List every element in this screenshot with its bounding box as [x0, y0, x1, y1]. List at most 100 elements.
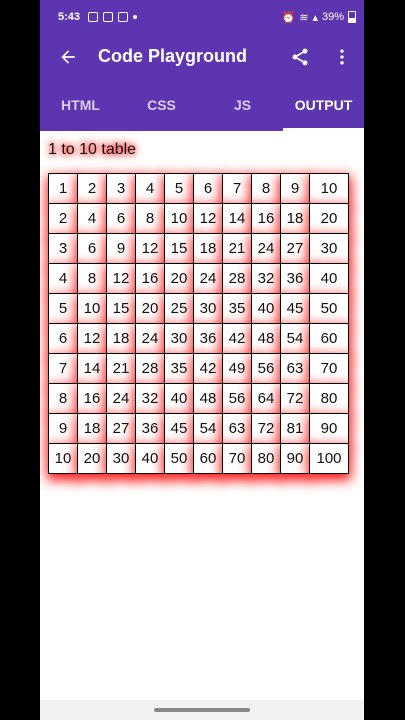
table-cell: 63: [222, 413, 252, 444]
table-cell: 30: [193, 293, 223, 324]
table-cell: 9: [106, 233, 136, 264]
table-cell: 20: [135, 293, 165, 324]
table-cell: 30: [309, 233, 349, 264]
table-cell: 60: [193, 443, 223, 474]
table-cell: 63: [280, 353, 310, 384]
table-cell: 12: [77, 323, 107, 354]
table-cell: 36: [280, 263, 310, 294]
table-cell: 21: [106, 353, 136, 384]
table-cell: 45: [164, 413, 194, 444]
more-vert-icon: [340, 49, 344, 64]
table-cell: 40: [251, 293, 281, 324]
table-row: 8 16 24 32 40 48 56 64 72 80: [48, 383, 349, 414]
table-cell: 90: [280, 443, 310, 474]
table-cell: 18: [193, 233, 223, 264]
tab-bar: HTML CSS JS OUTPUT: [40, 79, 364, 131]
table-cell: 6: [77, 233, 107, 264]
table-cell: 12: [106, 263, 136, 294]
output-panel: 1 to 10 table 1 2 3 4 5 6 7 8 9 10 2 4 6 8 10 12 14 16 18 2…: [40, 131, 364, 474]
table-cell: 15: [106, 293, 136, 324]
table-row: 7 14 21 28 35 42 49 56 63 70: [48, 353, 349, 384]
system-nav-bar: [40, 700, 364, 720]
table-cell: 16: [251, 203, 281, 234]
table-cell: 20: [164, 263, 194, 294]
table-cell: 36: [193, 323, 223, 354]
table-row: 9 18 27 36 45 54 63 72 81 90: [48, 413, 349, 444]
overflow-menu-button[interactable]: [330, 45, 354, 69]
tab-css[interactable]: CSS: [121, 79, 202, 131]
table-cell: 8: [135, 203, 165, 234]
table-cell: 18: [280, 203, 310, 234]
table-cell: 81: [280, 413, 310, 444]
table-cell: 40: [309, 263, 349, 294]
table-cell: 27: [106, 413, 136, 444]
tab-output[interactable]: OUTPUT: [283, 79, 364, 131]
table-cell: 32: [251, 263, 281, 294]
back-button[interactable]: [56, 45, 80, 69]
table-cell: 12: [193, 203, 223, 234]
share-icon: [292, 48, 308, 65]
table-cell: 10: [309, 173, 349, 204]
table-cell: 42: [222, 323, 252, 354]
table-cell: 8: [251, 173, 281, 204]
table-cell: 54: [280, 323, 310, 354]
table-cell: 70: [222, 443, 252, 474]
table-cell: 6: [48, 323, 78, 354]
table-cell: 80: [309, 383, 349, 414]
table-cell: 54: [193, 413, 223, 444]
table-row: 4 8 12 16 20 24 28 32 36 40: [48, 263, 349, 294]
table-cell: 27: [280, 233, 310, 264]
table-cell: 5: [48, 293, 78, 324]
table-cell: 56: [222, 383, 252, 414]
table-cell: 48: [251, 323, 281, 354]
table-cell: 16: [135, 263, 165, 294]
table-cell: 10: [77, 293, 107, 324]
tab-js[interactable]: JS: [202, 79, 283, 131]
table-cell: 3: [48, 233, 78, 264]
notification-icons: [88, 12, 138, 22]
table-row: 5 10 15 20 25 30 35 40 45 50: [48, 293, 349, 324]
table-cell: 72: [251, 413, 281, 444]
table-cell: 7: [48, 353, 78, 384]
table-cell: 2: [77, 173, 107, 204]
table-cell: 14: [77, 353, 107, 384]
table-cell: 36: [135, 413, 165, 444]
tab-html[interactable]: HTML: [40, 79, 121, 131]
table-cell: 24: [106, 383, 136, 414]
table-cell: 18: [106, 323, 136, 354]
battery-percent: 39%: [321, 11, 344, 23]
signal-icon: ▴: [312, 11, 318, 24]
table-cell: 10: [164, 203, 194, 234]
table-cell: 16: [77, 383, 107, 414]
table-row: 6 12 18 24 30 36 42 48 54 60: [48, 323, 349, 354]
home-indicator[interactable]: [154, 708, 250, 712]
table-cell: 15: [164, 233, 194, 264]
table-cell: 40: [135, 443, 165, 474]
table-cell: 42: [193, 353, 223, 384]
notification-icon: [88, 12, 99, 22]
table-cell: 45: [280, 293, 310, 324]
table-cell: 12: [135, 233, 165, 264]
table-cell: 24: [251, 233, 281, 264]
table-cell: 18: [77, 413, 107, 444]
table-cell: 1: [48, 173, 78, 204]
table-cell: 28: [222, 263, 252, 294]
table-cell: 3: [106, 173, 136, 204]
table-cell: 50: [309, 293, 349, 324]
table-cell: 30: [164, 323, 194, 354]
table-cell: 4: [135, 173, 165, 204]
table-cell: 32: [135, 383, 165, 414]
battery-icon: [348, 11, 356, 23]
table-cell: 4: [48, 263, 78, 294]
table-cell: 21: [222, 233, 252, 264]
table-cell: 8: [48, 383, 78, 414]
table-row: 1 2 3 4 5 6 7 8 9 10: [48, 173, 349, 204]
table-cell: 35: [222, 293, 252, 324]
table-row: 2 4 6 8 10 12 14 16 18 20: [48, 203, 349, 234]
table-cell: 70: [309, 353, 349, 384]
table-cell: 72: [280, 383, 310, 414]
table-cell: 5: [164, 173, 194, 204]
table-cell: 80: [251, 443, 281, 474]
share-button[interactable]: [288, 45, 312, 69]
multiplication-table: 1 2 3 4 5 6 7 8 9 10 2 4 6 8 10 12 14 16 18 20 3 6 9 12 15 18 21 24…: [48, 173, 349, 474]
